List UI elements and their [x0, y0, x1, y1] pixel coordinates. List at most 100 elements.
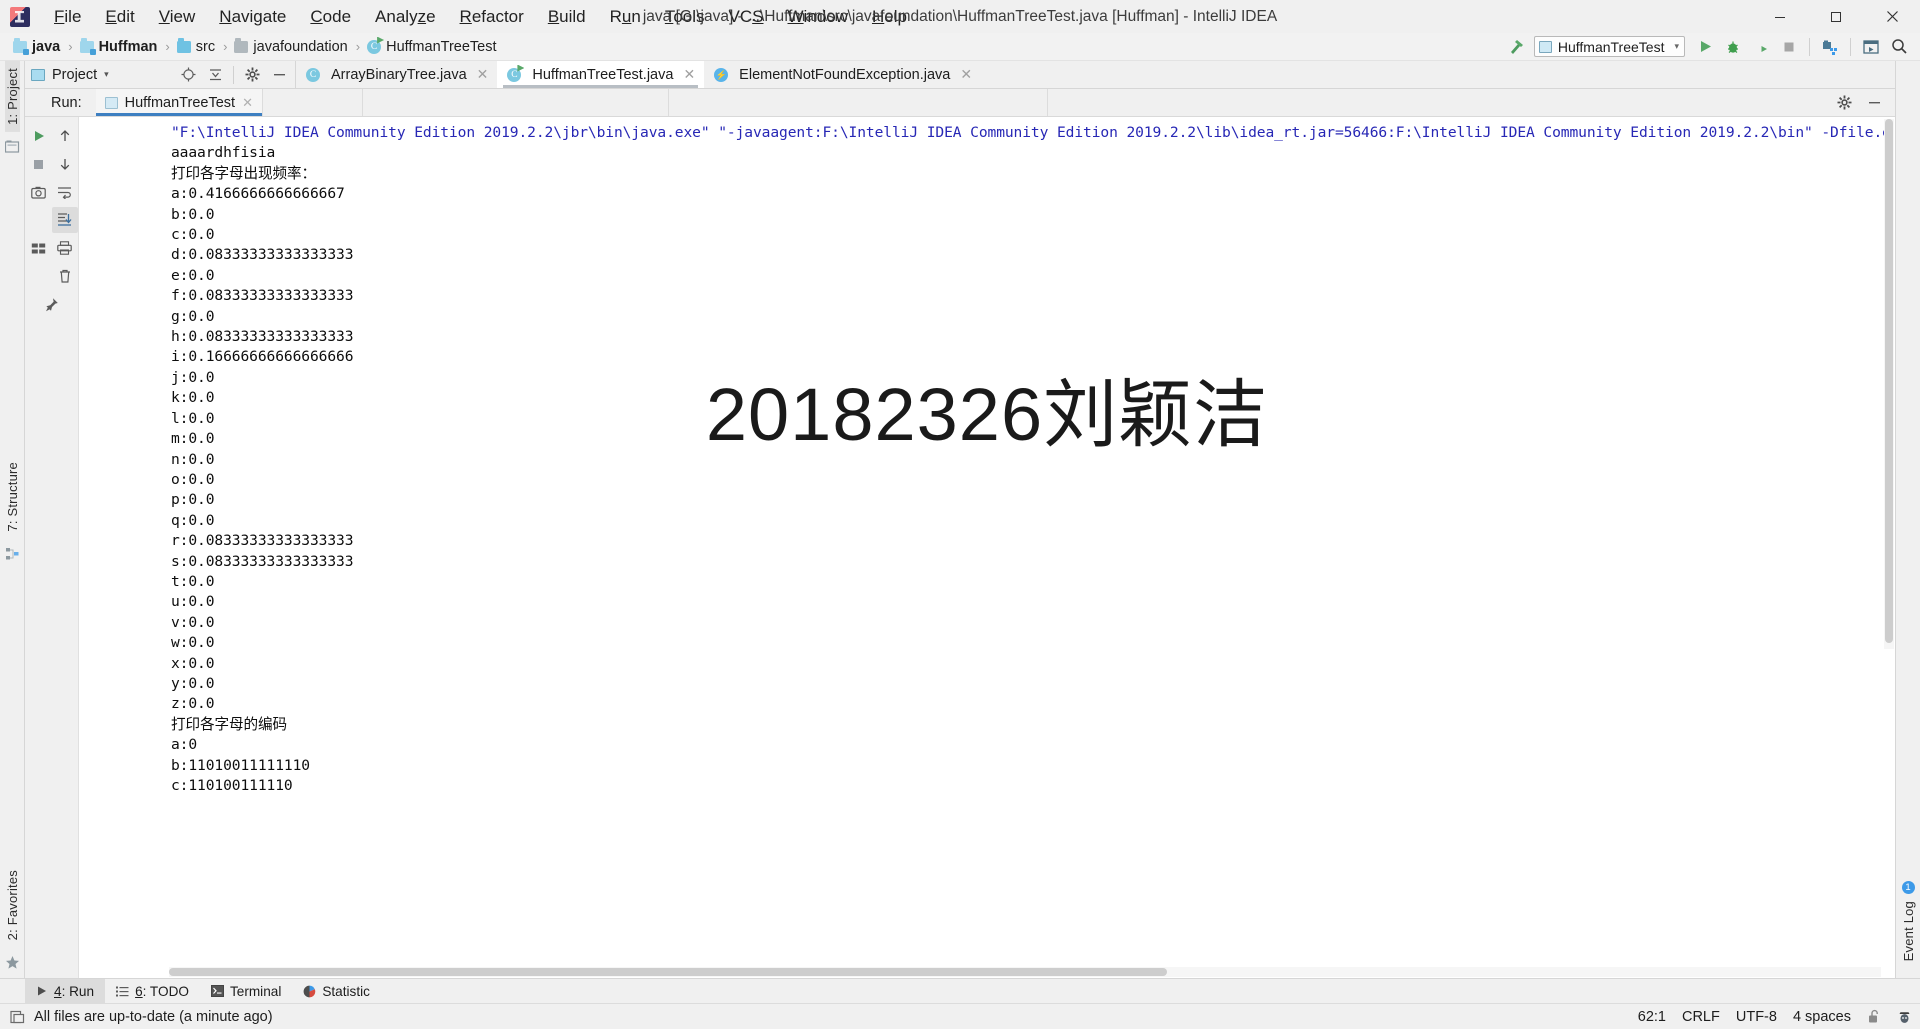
bottom-tab-statistic[interactable]: Statistic: [292, 979, 381, 1003]
grid-icon[interactable]: [26, 235, 52, 261]
menu-analyze[interactable]: Analyze: [363, 0, 448, 33]
pin-icon[interactable]: [39, 291, 65, 317]
menu-code[interactable]: Code: [298, 0, 363, 33]
close-icon[interactable]: ✕: [960, 66, 972, 83]
console-line: j:0.0: [171, 368, 215, 386]
menu-view[interactable]: View: [147, 0, 208, 33]
scrollbar-thumb[interactable]: [1885, 119, 1893, 643]
sidebar-tab-structure[interactable]: 7: Structure: [5, 455, 20, 539]
menu-vcs[interactable]: VCS: [717, 0, 776, 33]
menu-window[interactable]: Window: [776, 0, 860, 33]
gear-icon[interactable]: [1831, 90, 1857, 116]
maximize-button[interactable]: [1808, 0, 1864, 33]
java-class-icon: [367, 39, 382, 54]
scrollbar-thumb[interactable]: [169, 968, 1167, 976]
sidebar-tab-event-log[interactable]: Event Log: [1901, 894, 1916, 968]
java-class-icon: [306, 67, 320, 82]
camera-icon[interactable]: [26, 179, 52, 205]
collapse-all-icon[interactable]: [202, 62, 228, 88]
arrow-down-icon[interactable]: [52, 151, 78, 177]
menu-run[interactable]: Run: [598, 0, 653, 33]
sidebar-tab-favorites[interactable]: 2: Favorites: [5, 863, 20, 947]
close-icon[interactable]: ✕: [242, 95, 253, 111]
hide-panel-button[interactable]: [266, 62, 292, 88]
menu-tools[interactable]: Tools: [653, 0, 717, 33]
run-tab-huffmantreetest[interactable]: HuffmanTreeTest ✕: [95, 89, 263, 116]
breadcrumb-item-huffmantreetest[interactable]: HuffmanTreeTest: [364, 38, 499, 56]
console-output[interactable]: "F:\IntelliJ IDEA Community Edition 2019…: [79, 117, 1895, 978]
close-icon[interactable]: ✕: [477, 66, 489, 83]
crosshair-icon[interactable]: [175, 62, 201, 88]
project-panel-tools: [175, 62, 295, 88]
console-horizontal-scrollbar[interactable]: [169, 967, 1881, 977]
run-button[interactable]: [1692, 35, 1718, 59]
chevron-down-icon[interactable]: ▾: [104, 69, 109, 80]
debug-button[interactable]: [1720, 35, 1746, 59]
updates-button[interactable]: [1858, 35, 1884, 59]
gutter-row: [26, 263, 78, 289]
sidebar-tab-project[interactable]: 1: Project: [4, 61, 20, 132]
run-header-cell: [361, 89, 668, 116]
menu-file[interactable]: FFileile: [42, 0, 93, 33]
hammer-icon[interactable]: [1505, 36, 1527, 58]
run-with-coverage-button[interactable]: [1748, 35, 1774, 59]
structure-nodes-icon[interactable]: [5, 547, 20, 561]
close-button[interactable]: [1864, 0, 1920, 33]
bottom-tab-label: 4: Run: [54, 983, 95, 999]
run-header-cell: [667, 89, 1047, 116]
scroll-to-end-icon[interactable]: [51, 207, 78, 233]
menu-navigate[interactable]: Navigate: [207, 0, 298, 33]
console-line: o:0.0: [171, 470, 215, 488]
breadcrumb-item-java[interactable]: java: [10, 38, 63, 56]
gear-icon[interactable]: [239, 62, 265, 88]
encoding[interactable]: UTF-8: [1736, 1009, 1777, 1025]
trash-icon[interactable]: [52, 263, 78, 289]
favorites-star-icon[interactable]: [5, 955, 20, 970]
tab-strip: Project ▾ C ArrayBinaryTree.java ✕ C Huf…: [25, 61, 1895, 89]
bottom-tab-label: Statistic: [322, 983, 370, 999]
project-files-icon[interactable]: [4, 140, 20, 153]
run-window-header: Run: HuffmanTreeTest ✕: [25, 89, 1895, 117]
console-vertical-scrollbar[interactable]: [1884, 119, 1894, 649]
caret-position[interactable]: 62:1: [1638, 1009, 1666, 1025]
breadcrumb-item-huffman[interactable]: Huffman: [77, 38, 161, 56]
menu-refactor[interactable]: Refactor: [448, 0, 536, 33]
menu-help[interactable]: Help: [860, 0, 919, 33]
soft-wrap-icon[interactable]: [52, 179, 78, 205]
bottom-tab-terminal[interactable]: Terminal: [200, 979, 292, 1003]
bottom-bar-spacer: [0, 979, 25, 1003]
search-everywhere-button[interactable]: [1886, 35, 1912, 59]
bottom-tab-todo[interactable]: 6: TODO: [105, 979, 200, 1003]
arrow-up-icon[interactable]: [52, 123, 78, 149]
status-bar-right: 62:1 CRLF UTF-8 4 spaces: [1638, 1009, 1912, 1025]
menu-build[interactable]: Build: [536, 0, 598, 33]
editor-tab-huffmantreetest[interactable]: HuffmanTreeTest.java ✕: [497, 61, 705, 88]
indent-setting[interactable]: 4 spaces: [1793, 1009, 1851, 1025]
editor-tab-label: HuffmanTreeTest.java: [532, 66, 674, 83]
project-structure-button[interactable]: [1817, 35, 1843, 59]
run-configuration-selector[interactable]: HuffmanTreeTest ▾: [1533, 36, 1685, 57]
main-area: 1: Project 7: Structure 2: Favorites Pro…: [0, 61, 1920, 978]
console-line: w:0.0: [171, 634, 215, 652]
java-exception-icon: [714, 67, 729, 82]
close-icon[interactable]: ✕: [683, 66, 695, 83]
gutter-row: [26, 235, 78, 261]
hide-run-window-button[interactable]: [1861, 90, 1887, 116]
editor-tab-arraybinarytree[interactable]: ArrayBinaryTree.java ✕: [296, 61, 497, 88]
stop-square-icon[interactable]: [26, 151, 52, 177]
minimize-button[interactable]: [1752, 0, 1808, 33]
console-line: r:0.08333333333333333: [171, 532, 354, 550]
printer-icon[interactable]: [52, 235, 78, 261]
breadcrumb-item-src[interactable]: src: [174, 38, 218, 56]
line-separator[interactable]: CRLF: [1682, 1009, 1720, 1025]
unlocked-padlock-icon[interactable]: [1867, 1009, 1881, 1024]
rerun-play-icon[interactable]: [26, 123, 52, 149]
breadcrumb-item-javafoundation[interactable]: javafoundation: [231, 38, 350, 56]
menu-edit[interactable]: Edit: [93, 0, 146, 33]
editor-tab-elementnotfoundexception[interactable]: ElementNotFoundException.java ✕: [704, 61, 981, 88]
stop-button[interactable]: [1776, 35, 1802, 59]
hector-inspector-icon[interactable]: [1897, 1009, 1912, 1024]
intellij-logo-icon: [10, 6, 30, 27]
console-line: a:0.4166666666666667: [171, 185, 345, 203]
bottom-tab-run[interactable]: 4: Run: [25, 979, 106, 1003]
